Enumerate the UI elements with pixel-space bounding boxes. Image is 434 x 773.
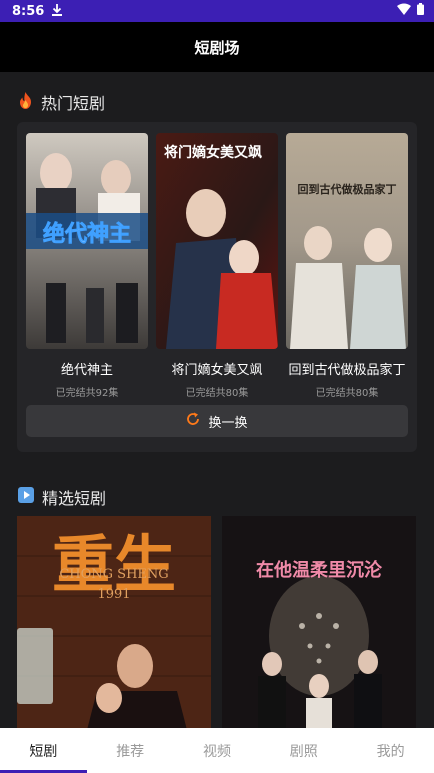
drama-poster[interactable]: 绝代神主: [26, 133, 148, 349]
drama-item[interactable]: 绝代神主 绝代神主 已完结共92集: [26, 133, 148, 399]
drama-poster-title: 将门嫡女美又飒: [164, 144, 262, 161]
wifi-icon: [397, 3, 411, 19]
swap-button[interactable]: 换一换: [26, 405, 408, 437]
featured-poster[interactable]: 重生 CHONG SHENG 1991: [17, 516, 211, 728]
app-bar: 短剧场: [0, 22, 434, 72]
drama-name: 绝代神主: [60, 363, 113, 378]
drama-item[interactable]: 回到古代做极品家丁 回到古代做极品家丁 已完结共80集: [286, 133, 408, 399]
drama-name: 回到古代做极品家丁: [288, 363, 406, 378]
fire-icon: [18, 91, 33, 113]
refresh-icon: [186, 412, 200, 430]
hot-section-title: 热门短剧: [41, 94, 106, 113]
featured-poster[interactable]: 在他温柔里沉沦: [222, 516, 416, 728]
drama-status: 已完结共92集: [55, 388, 119, 399]
status-time: 8:56: [12, 3, 45, 19]
drama-poster[interactable]: 回到古代做极品家丁: [286, 133, 408, 349]
drama-name: 将门嫡女美又飒: [171, 363, 263, 378]
featured-poster-title: 在他温柔里沉沦: [256, 559, 383, 581]
status-bar: 8:56: [0, 0, 434, 22]
tab-stills[interactable]: 剧照: [260, 728, 347, 773]
swap-button-label: 换一换: [208, 415, 248, 431]
tab-recommend[interactable]: 推荐: [87, 728, 174, 773]
drama-item[interactable]: 将门嫡女美又飒 将门嫡女美又飒 已完结共80集: [156, 133, 278, 399]
featured-poster-year: 1991: [97, 587, 130, 602]
page-title: 短剧场: [194, 38, 240, 57]
drama-poster[interactable]: 将门嫡女美又飒: [156, 133, 278, 349]
download-icon: [52, 3, 63, 19]
tab-video[interactable]: 视频: [174, 728, 261, 773]
content-area[interactable]: 热门短剧 绝代神主 绝代神主 已完结共92集 将门嫡女美又飒 将门嫡女美又飒 已…: [0, 72, 434, 728]
drama-status: 已完结共80集: [315, 388, 379, 399]
play-icon: [18, 487, 34, 507]
featured-section-title: 精选短剧: [42, 489, 107, 508]
battery-icon: [417, 3, 424, 19]
drama-poster-title: 回到古代做极品家丁: [298, 182, 397, 196]
featured-section-header: 精选短剧: [18, 485, 106, 509]
hot-dramas-card: 绝代神主 绝代神主 已完结共92集 将门嫡女美又飒 将门嫡女美又飒 已完结共80…: [17, 122, 417, 452]
hot-section-header: 热门短剧: [18, 90, 105, 114]
drama-poster-title: 绝代神主: [43, 221, 131, 247]
featured-poster-subtitle: CHONG SHENG: [59, 567, 168, 582]
tab-shortdrama[interactable]: 短剧: [0, 728, 87, 773]
bottom-tab-bar: 短剧 推荐 视频 剧照 我的: [0, 728, 434, 773]
tab-mine[interactable]: 我的: [347, 728, 434, 773]
drama-status: 已完结共80集: [185, 388, 249, 399]
